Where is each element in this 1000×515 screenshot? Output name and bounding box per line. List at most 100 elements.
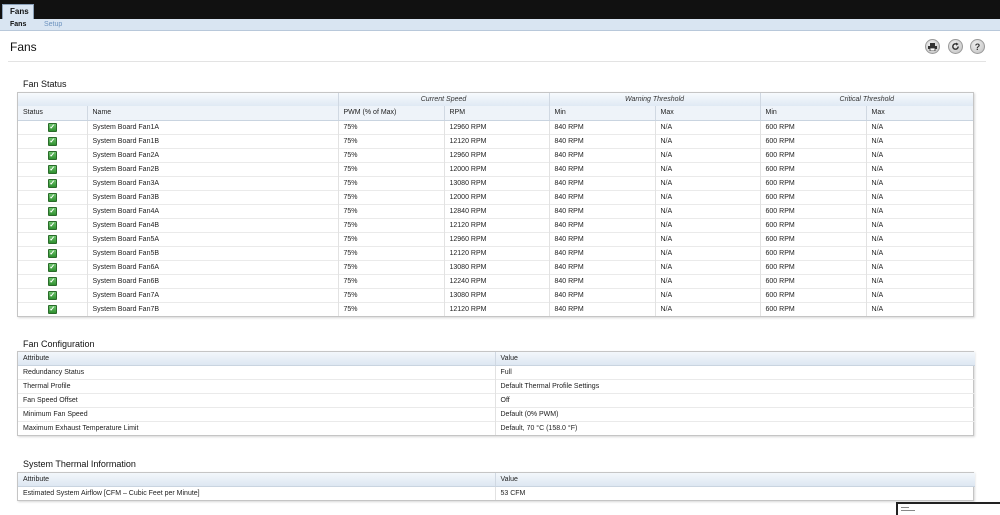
col-pwm[interactable]: PWM (% of Max) (337, 106, 444, 121)
green-check-icon: ✓ (47, 248, 57, 258)
cell-crit-min: 600 RPM (759, 217, 867, 232)
tab-fans[interactable]: Fans (2, 4, 34, 19)
table-row[interactable]: ✓ System Board Fan4A 75% 12840 RPM 840 RPM N/… (18, 203, 974, 218)
thumbnail-line (901, 510, 915, 511)
cell-warn-max: N/A (654, 273, 761, 288)
cell-name: System Board Fan7A (86, 287, 338, 302)
cell-name: System Board Fan4A (86, 203, 338, 218)
cell-pwm: 75% (337, 175, 444, 190)
cell-crit-min: 600 RPM (759, 175, 867, 190)
col-value[interactable]: Value (494, 352, 975, 366)
table-row: Estimated System Airflow [CFM – Cubic Fe… (18, 485, 975, 500)
col-warn-max[interactable]: Max (654, 106, 761, 121)
table-row[interactable]: ✓ System Board Fan2A 75% 12960 RPM 840 RPM N/… (18, 147, 974, 162)
status-cell: ✓ (18, 203, 87, 218)
cell-crit-min: 600 RPM (759, 245, 867, 260)
col-rpm[interactable]: RPM (443, 106, 549, 121)
cell-crit-min: 600 RPM (759, 273, 867, 288)
table-row: Thermal Profile Default Thermal Profile S… (18, 378, 975, 393)
table-row[interactable]: ✓ System Board Fan1A 75% 12960 RPM 840 RPM N/… (18, 119, 974, 134)
col-attribute[interactable]: Attribute (18, 473, 495, 487)
table-row[interactable]: ✓ System Board Fan3A 75% 13080 RPM 840 RPM N/… (18, 175, 974, 190)
fan-status-table: Current Speed Warning Threshold Critical… (18, 93, 974, 316)
config-header-row: Attribute Value (18, 352, 975, 366)
col-crit-max[interactable]: Max (865, 106, 974, 121)
help-icon-glyph: ? (974, 41, 981, 52)
cell-crit-max: N/A (865, 161, 974, 176)
col-crit-min[interactable]: Min (759, 106, 867, 121)
status-cell: ✓ (18, 287, 87, 302)
col-value[interactable]: Value (494, 473, 975, 487)
cell-pwm: 75% (337, 301, 444, 316)
attribute-cell: Fan Speed Offset (18, 392, 495, 407)
table-row[interactable]: ✓ System Board Fan5B 75% 12120 RPM 840 RPM N/… (18, 245, 974, 260)
status-cell: ✓ (18, 133, 87, 148)
cell-warn-max: N/A (654, 287, 761, 302)
table-row[interactable]: ✓ System Board Fan2B 75% 12000 RPM 840 RPM N/… (18, 161, 974, 176)
cell-warn-min: 840 RPM (548, 231, 655, 246)
cell-rpm: 12000 RPM (443, 189, 549, 204)
cell-name: System Board Fan1A (86, 119, 338, 134)
cell-warn-max: N/A (654, 217, 761, 232)
table-row[interactable]: ✓ System Board Fan6A 75% 13080 RPM 840 RPM N/… (18, 259, 974, 274)
cell-name: System Board Fan6A (86, 259, 338, 274)
status-cell: ✓ (18, 231, 87, 246)
subnav-fans[interactable]: Fans (10, 20, 26, 30)
cell-rpm: 12120 RPM (443, 301, 549, 316)
cell-pwm: 75% (337, 147, 444, 162)
thermal-info-title: System Thermal Information (23, 459, 136, 469)
col-warn-min[interactable]: Min (548, 106, 655, 121)
green-check-icon: ✓ (47, 150, 57, 160)
cell-pwm: 75% (337, 133, 444, 148)
table-row[interactable]: ✓ System Board Fan1B 75% 12120 RPM 840 RPM N/… (18, 133, 974, 148)
table-row[interactable]: ✓ System Board Fan6B 75% 12240 RPM 840 RPM N/… (18, 273, 974, 288)
cell-name: System Board Fan5A (86, 231, 338, 246)
cell-warn-min: 840 RPM (548, 119, 655, 134)
attribute-cell: Minimum Fan Speed (18, 406, 495, 421)
col-name[interactable]: Name (86, 106, 338, 121)
status-cell: ✓ (18, 189, 87, 204)
screenshot-thumbnail[interactable] (896, 502, 1000, 515)
col-status[interactable]: Status (18, 106, 87, 121)
table-row: Maximum Exhaust Temperature Limit Default… (18, 420, 975, 435)
status-cell: ✓ (18, 245, 87, 260)
help-icon[interactable]: ? (970, 39, 985, 54)
green-check-icon: ✓ (47, 304, 57, 314)
attribute-cell: Redundancy Status (18, 364, 495, 379)
cell-crit-max: N/A (865, 259, 974, 274)
cell-crit-max: N/A (865, 217, 974, 232)
cell-crit-max: N/A (865, 245, 974, 260)
cell-pwm: 75% (337, 189, 444, 204)
cell-warn-min: 840 RPM (548, 133, 655, 148)
cell-name: System Board Fan3A (86, 175, 338, 190)
title-divider (8, 61, 986, 62)
print-icon-glyph (928, 42, 937, 51)
refresh-icon[interactable] (948, 39, 963, 54)
table-row[interactable]: ✓ System Board Fan4B 75% 12120 RPM 840 RPM N/… (18, 217, 974, 232)
fan-config-title: Fan Configuration (23, 339, 95, 349)
thermal-info-panel: Attribute Value Estimated System Airflow… (17, 472, 975, 501)
green-check-icon: ✓ (47, 136, 57, 146)
cell-rpm: 12960 RPM (443, 231, 549, 246)
cell-pwm: 75% (337, 217, 444, 232)
print-icon[interactable] (925, 39, 940, 54)
table-row[interactable]: ✓ System Board Fan7A 75% 13080 RPM 840 RPM N/… (18, 287, 974, 302)
cell-name: System Board Fan1B (86, 133, 338, 148)
status-cell: ✓ (18, 273, 87, 288)
subnav-setup[interactable]: Setup (44, 20, 62, 30)
value-cell: Off (494, 392, 975, 407)
table-row[interactable]: ✓ System Board Fan7B 75% 12120 RPM 840 RPM N/… (18, 301, 974, 316)
sub-navigation: Fans Setup (0, 19, 1000, 31)
green-check-icon: ✓ (47, 262, 57, 272)
table-row[interactable]: ✓ System Board Fan3B 75% 12000 RPM 840 RPM N/… (18, 189, 974, 204)
table-row[interactable]: ✓ System Board Fan5A 75% 12960 RPM 840 RPM N/… (18, 231, 974, 246)
cell-rpm: 12000 RPM (443, 161, 549, 176)
cell-warn-max: N/A (654, 161, 761, 176)
cell-crit-max: N/A (865, 301, 974, 316)
cell-crit-min: 600 RPM (759, 301, 867, 316)
cell-crit-min: 600 RPM (759, 259, 867, 274)
cell-warn-min: 840 RPM (548, 203, 655, 218)
group-header-blank (18, 93, 338, 106)
col-attribute[interactable]: Attribute (18, 352, 495, 366)
cell-warn-max: N/A (654, 245, 761, 260)
